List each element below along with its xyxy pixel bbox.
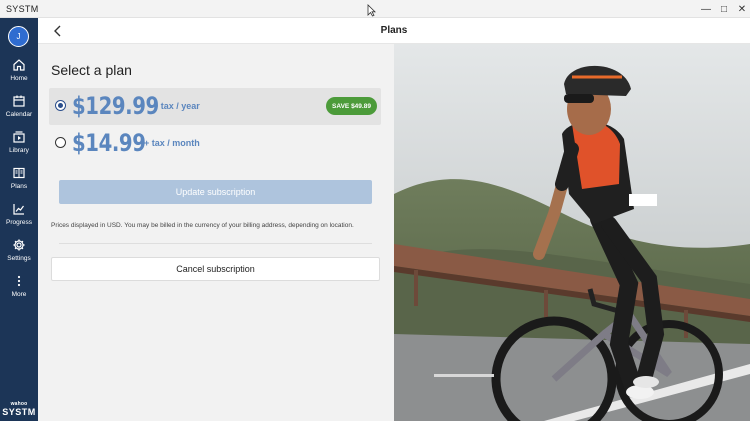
sidebar-item-library[interactable]: Library [0, 130, 38, 164]
gear-icon [13, 239, 25, 251]
library-icon [13, 131, 25, 143]
sidebar-item-progress[interactable]: Progress [0, 202, 38, 236]
currency-disclaimer: Prices displayed in USD. You may be bill… [51, 222, 354, 229]
brand-logo-text: SYSTM [2, 407, 36, 417]
close-icon[interactable]: ✕ [731, 0, 750, 18]
update-subscription-button[interactable]: Update subscription [59, 180, 372, 204]
sidebar-item-label: Progress [5, 219, 32, 226]
avatar[interactable]: J [8, 26, 29, 47]
page-title: Plans [380, 25, 408, 36]
sidebar-item-plans[interactable]: Plans [0, 166, 38, 200]
sidebar-item-calendar[interactable]: Calendar [0, 94, 38, 128]
plan-price-monthly: $14.99 [72, 129, 146, 157]
calendar-icon [13, 95, 25, 107]
plan-option-yearly[interactable]: $129.99 + tax / year SAVE $49.89 [49, 88, 381, 125]
plan-option-monthly[interactable]: $14.99 + tax / month [49, 125, 381, 162]
select-plan-heading: Select a plan [51, 62, 132, 78]
page-header: Plans [38, 18, 750, 44]
progress-icon [13, 204, 24, 215]
sidebar-item-label: More [11, 291, 27, 298]
plans-icon [13, 167, 25, 179]
cyclist-hero-image [394, 44, 750, 421]
plan-price-yearly: $129.99 [72, 92, 159, 120]
brand-logo: wahoo SYSTM [0, 401, 38, 417]
save-badge: SAVE $49.89 [326, 97, 377, 115]
plan-period-yearly: + tax / year [153, 101, 200, 111]
sidebar-item-label: Home [10, 75, 28, 82]
plan-radio-yearly[interactable] [55, 100, 66, 111]
sidebar-item-label: Plans [10, 183, 28, 190]
sidebar-item-label: Settings [7, 255, 31, 262]
home-icon [13, 59, 25, 71]
avatar-initial: J [16, 32, 21, 41]
plans-panel: Select a plan $129.99 + tax / year SAVE … [38, 44, 394, 421]
sidebar-item-label: Library [9, 147, 29, 154]
sidebar-item-settings[interactable]: Settings [0, 238, 38, 272]
divider [59, 243, 372, 244]
sidebar-item-home[interactable]: Home [0, 58, 38, 92]
cancel-subscription-button[interactable]: Cancel subscription [51, 257, 380, 281]
sidebar-item-more[interactable]: More [0, 274, 38, 308]
plan-radio-monthly[interactable] [55, 137, 66, 148]
sidebar-nav: J Home Calendar Library Plans Progress S… [0, 18, 38, 421]
more-icon [17, 275, 21, 287]
window-title: SYSTM [6, 4, 39, 14]
plan-period-monthly: + tax / month [144, 138, 200, 148]
mouse-cursor-icon [367, 4, 376, 17]
sidebar-item-label: Calendar [5, 111, 33, 118]
